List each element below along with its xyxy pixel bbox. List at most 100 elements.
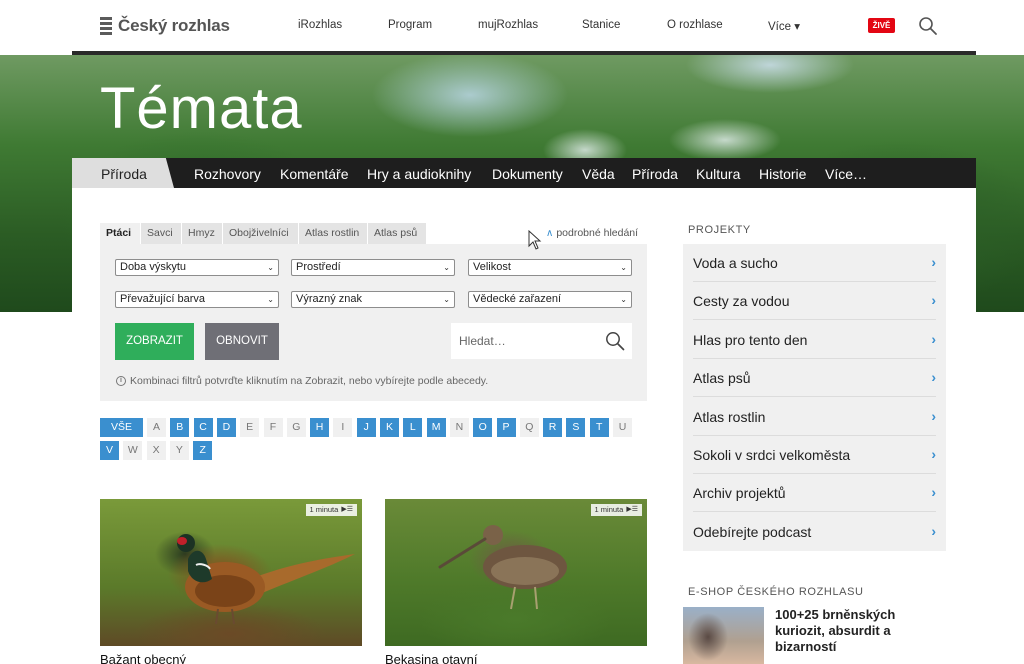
letter-e: E [240, 418, 260, 437]
live-badge[interactable]: ŽIVĚ [868, 18, 895, 33]
letter-v[interactable]: V [100, 441, 119, 460]
select-vedecke-zarazeni[interactable]: Vědecké zařazení ⌄ [468, 291, 632, 308]
project-item[interactable]: Sokoli v srdci velkoměsta › [693, 436, 936, 474]
duration-badge: 1 minuta ▶☰ [590, 504, 642, 516]
search-input[interactable] [459, 323, 599, 359]
article-card-title[interactable]: Bekasina otavní [385, 652, 478, 664]
letter-r[interactable]: R [543, 418, 563, 437]
nav-mujrozhlas[interactable]: mujRozhlas [478, 19, 538, 31]
snipe-illustration [438, 525, 567, 610]
filter-tab-atlas-rostlin[interactable]: Atlas rostlin [299, 223, 368, 244]
chevron-down-icon: ⌄ [267, 295, 274, 304]
chevron-up-icon: ∧ [546, 228, 554, 239]
letter-h[interactable]: H [310, 418, 330, 437]
duration-label: 1 minuta [309, 505, 339, 514]
letter-f: F [263, 418, 283, 437]
project-item[interactable]: Atlas psů › [693, 359, 936, 398]
select-vedecke-zarazeni-value: Vědecké zařazení [473, 293, 562, 305]
letter-t[interactable]: T [589, 418, 609, 437]
projects-list: Voda a sucho › Cesty za vodou › Hlas pro ten… [683, 244, 946, 551]
chevron-right-icon: › [931, 484, 936, 501]
letter-l[interactable]: L [403, 418, 423, 437]
project-item[interactable]: Archiv projektů › [693, 474, 936, 513]
section-nav: Příroda Rozhovory Komentáře Hry a audiok… [72, 158, 976, 188]
letter-n: N [449, 418, 469, 437]
section-nav-item-veda[interactable]: Věda [582, 166, 615, 182]
article-card-image[interactable]: 1 minuta ▶☰ [385, 499, 647, 646]
letter-j[interactable]: J [356, 418, 376, 437]
nav-o-rozhlase[interactable]: O rozhlase [667, 19, 723, 31]
letter-c[interactable]: C [193, 418, 213, 437]
select-vyrazny-znak[interactable]: Výrazný znak ⌄ [291, 291, 455, 308]
select-prostredi[interactable]: Prostředí ⌄ [291, 259, 455, 276]
advanced-search-toggle[interactable]: ∧ podrobné hledání [546, 227, 638, 239]
letter-i: I [333, 418, 353, 437]
letter-all[interactable]: VŠE [100, 418, 143, 437]
section-nav-item-kultura[interactable]: Kultura [696, 166, 740, 182]
project-item[interactable]: Atlas rostlin › [693, 398, 936, 436]
letter-k[interactable]: K [380, 418, 399, 437]
show-button[interactable]: ZOBRAZIT [115, 323, 194, 360]
project-item[interactable]: Hlas pro tento den › [693, 321, 936, 359]
nav-stanice[interactable]: Stanice [582, 19, 620, 31]
section-nav-item-historie[interactable]: Historie [759, 166, 806, 182]
nav-vice[interactable]: Více ▾ [768, 19, 800, 33]
chevron-down-icon: ⌄ [267, 263, 274, 272]
section-nav-item-priroda[interactable]: Příroda [632, 166, 678, 182]
section-nav-item-dokumenty[interactable]: Dokumenty [492, 166, 563, 182]
filter-hint-text: Kombinaci filtrů potvrďte kliknutím na Z… [130, 375, 489, 387]
letter-b[interactable]: B [170, 418, 190, 437]
select-prevazujici-barva[interactable]: Převažující barva ⌄ [115, 291, 279, 308]
eshop-heading: E-SHOP ČESKÉHO ROZHLASU [688, 586, 864, 598]
chevron-down-icon: ⌄ [620, 295, 627, 304]
filter-tab-hmyz[interactable]: Hmyz [182, 223, 223, 244]
letter-g: G [286, 418, 306, 437]
select-doba-vyskytu-value: Doba výskytu [120, 261, 187, 273]
letter-u: U [613, 418, 632, 437]
play-icon: ▶☰ [341, 506, 353, 513]
search-icon[interactable] [605, 331, 625, 351]
letter-z[interactable]: Z [193, 441, 213, 460]
section-nav-active[interactable]: Příroda [72, 158, 174, 188]
filter-tab-savci[interactable]: Savci [141, 223, 182, 244]
letter-y: Y [169, 441, 189, 460]
filter-tab-atlas-psu[interactable]: Atlas psů [368, 223, 427, 244]
project-item[interactable]: Voda a sucho › [693, 244, 936, 282]
project-item-label: Odebírejte podcast [693, 523, 812, 540]
article-card-image[interactable]: 1 minuta ▶☰ [100, 499, 362, 646]
filter-tab-obojzivelnici[interactable]: Obojživelníci [223, 223, 299, 244]
site-logo[interactable]: Český rozhlas [100, 15, 230, 37]
eshop-item-image[interactable] [683, 607, 764, 664]
letter-o[interactable]: O [473, 418, 493, 437]
letter-x: X [146, 441, 166, 460]
nav-program[interactable]: Program [388, 19, 432, 31]
letter-p[interactable]: P [496, 418, 516, 437]
article-card-title[interactable]: Bažant obecný [100, 652, 186, 664]
select-doba-vyskytu[interactable]: Doba výskytu ⌄ [115, 259, 279, 276]
select-velikost-value: Velikost [473, 261, 511, 273]
chevron-right-icon: › [931, 292, 936, 309]
section-nav-item-hry[interactable]: Hry a audioknihy [367, 166, 471, 182]
section-nav-active-label: Příroda [101, 166, 147, 182]
duration-label: 1 minuta [594, 505, 624, 514]
chevron-down-icon: ⌄ [620, 263, 627, 272]
reset-button[interactable]: OBNOVIT [205, 323, 279, 360]
section-nav-item-vice[interactable]: Více… [825, 166, 867, 182]
project-item[interactable]: Odebírejte podcast › [693, 513, 936, 551]
project-item-label: Atlas rostlin [693, 408, 766, 425]
project-item[interactable]: Cesty za vodou › [693, 282, 936, 321]
chevron-right-icon: › [931, 407, 936, 424]
logo-mark-icon [100, 17, 112, 35]
section-nav-item-rozhovory[interactable]: Rozhovory [194, 166, 261, 182]
letter-s[interactable]: S [566, 418, 586, 437]
eshop-item-title[interactable]: 100+25 brněnských kuriozit, absurdit a b… [775, 607, 925, 655]
nav-irozhlas[interactable]: iRozhlas [298, 19, 342, 31]
letter-m[interactable]: M [426, 418, 446, 437]
select-velikost[interactable]: Velikost ⌄ [468, 259, 632, 276]
section-nav-item-komentare[interactable]: Komentáře [280, 166, 348, 182]
filter-tab-ptaci[interactable]: Ptáci [100, 223, 141, 244]
chevron-right-icon: › [931, 254, 936, 270]
letter-d[interactable]: D [216, 418, 236, 437]
filter-hint: i Kombinaci filtrů potvrďte kliknutím na… [116, 375, 488, 387]
search-icon[interactable] [918, 16, 938, 36]
